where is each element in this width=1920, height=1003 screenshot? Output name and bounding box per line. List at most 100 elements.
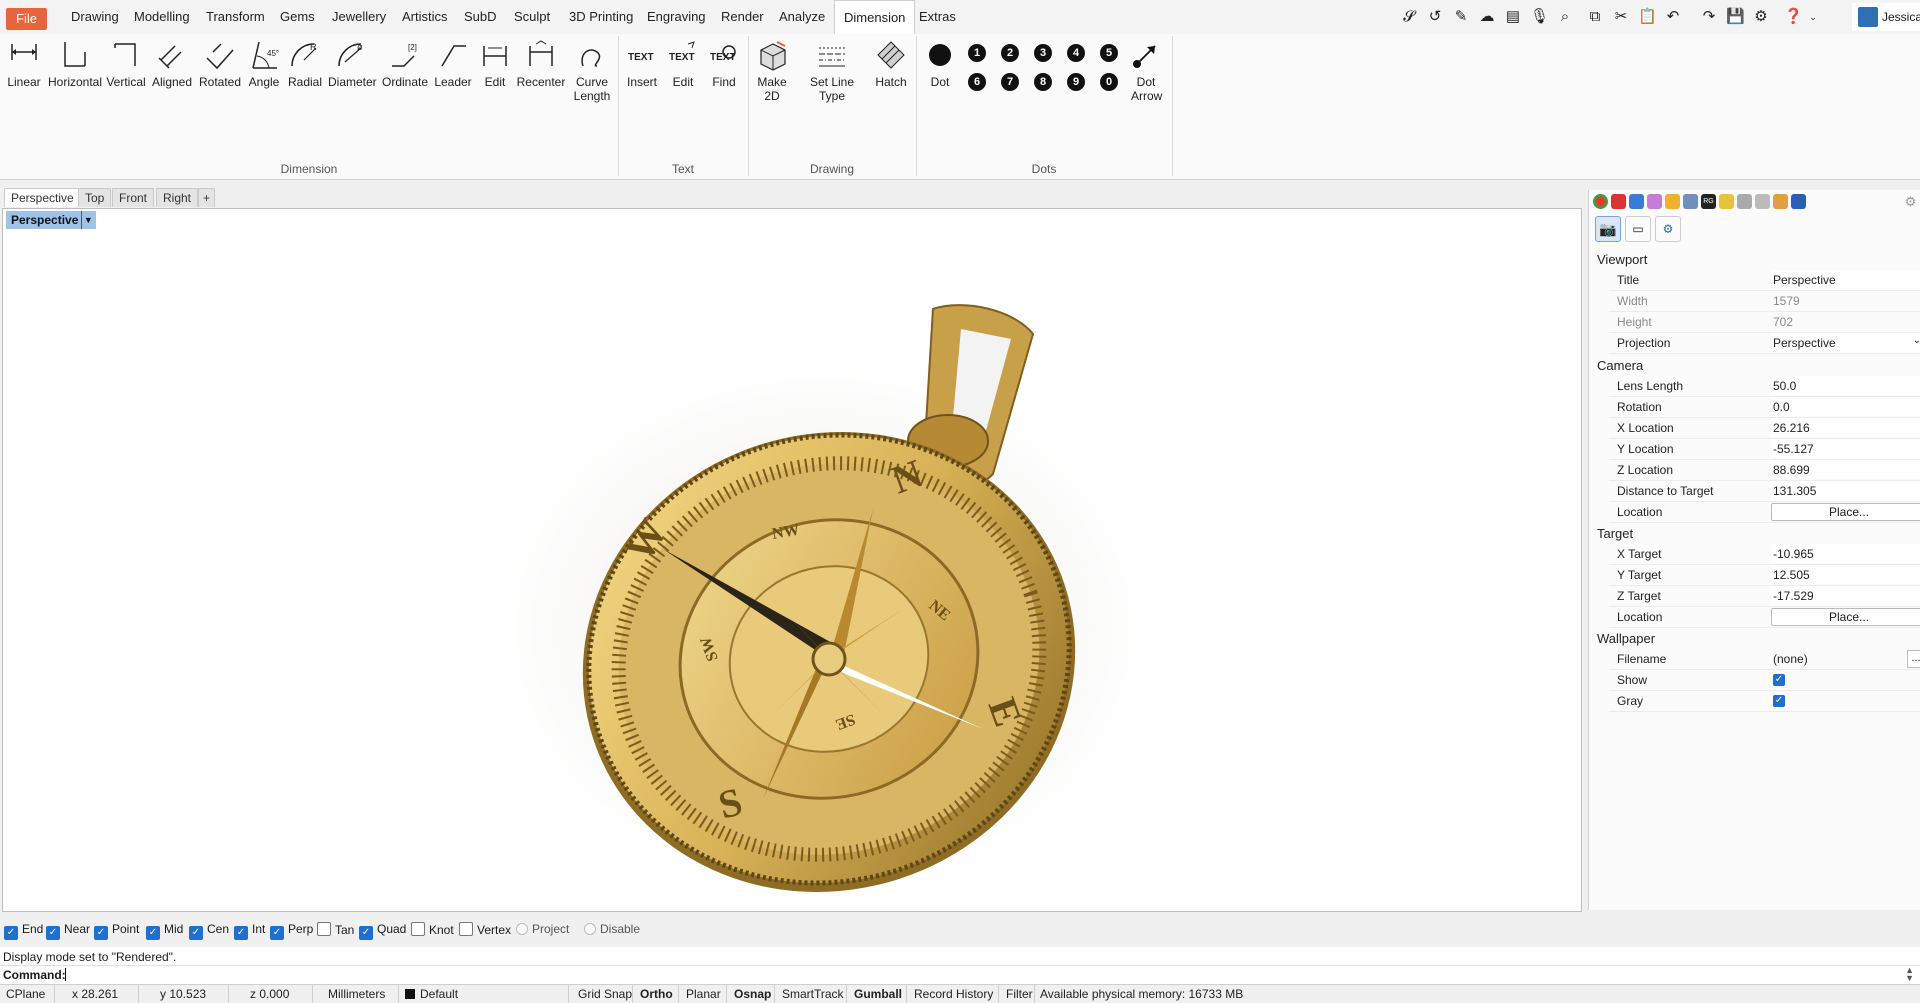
- osnap-project[interactable]: Project: [516, 922, 569, 936]
- tab-sculpt[interactable]: Sculpt: [505, 0, 559, 34]
- tab-modelling[interactable]: Modelling: [125, 0, 199, 34]
- tab-front[interactable]: Front: [112, 188, 155, 207]
- insert-text-button[interactable]: TEXT Insert: [624, 38, 660, 89]
- scroll-arrows-icon[interactable]: ▲ ▼: [1905, 966, 1914, 983]
- help-panel-icon[interactable]: [1737, 194, 1752, 209]
- quad-checkbox[interactable]: [359, 926, 373, 940]
- osnap-disable[interactable]: Disable: [584, 922, 640, 936]
- filter-toggle[interactable]: Filter: [1006, 987, 1033, 1001]
- camera-icon[interactable]: 📷: [1595, 216, 1621, 242]
- osnap-toggle[interactable]: Osnap: [734, 987, 771, 1001]
- grid-snap-toggle[interactable]: Grid Snap: [578, 987, 632, 1001]
- projection-select[interactable]: Perspective ⌄: [1771, 333, 1920, 352]
- curve-icon[interactable]: ↺: [1426, 8, 1444, 26]
- lights-icon[interactable]: [1719, 194, 1734, 209]
- layers-icon[interactable]: [1683, 194, 1698, 209]
- perp-checkbox[interactable]: [270, 926, 284, 940]
- tab-file[interactable]: File: [6, 8, 47, 30]
- units-label[interactable]: Millimeters: [328, 987, 385, 1001]
- gear-cut-icon[interactable]: ✎: [1452, 8, 1470, 26]
- aligned-button[interactable]: Aligned: [150, 38, 194, 89]
- layer-label[interactable]: Default: [420, 987, 458, 1001]
- settings-icon[interactable]: ⚙: [1752, 8, 1770, 26]
- dot-9-button[interactable]: 9: [1067, 73, 1085, 91]
- camera-place-button[interactable]: Place...: [1771, 503, 1920, 521]
- rotation-field[interactable]: 0.0: [1771, 397, 1920, 416]
- tab-transform[interactable]: Transform: [197, 0, 274, 34]
- rg-icon[interactable]: RG: [1701, 194, 1716, 209]
- dot-3-button[interactable]: 3: [1034, 44, 1052, 62]
- edit-dimension-button[interactable]: Edit: [478, 38, 512, 89]
- dot-8-button[interactable]: 8: [1034, 73, 1052, 91]
- osnap-perp[interactable]: Perp: [270, 922, 313, 940]
- tab-top[interactable]: Top: [78, 188, 112, 207]
- browse-file-button[interactable]: ...: [1907, 650, 1920, 668]
- find-text-button[interactable]: TEXT Find: [706, 38, 742, 89]
- osnap-vertex[interactable]: Vertex: [459, 922, 511, 937]
- tab-dimension[interactable]: Dimension: [834, 0, 916, 36]
- title-field[interactable]: Perspective: [1771, 270, 1920, 289]
- set-line-type-button[interactable]: Set Line Type: [796, 38, 868, 103]
- tab-right[interactable]: Right: [156, 188, 199, 207]
- tab-jewellery[interactable]: Jewellery: [323, 0, 395, 34]
- save-icon[interactable]: 💾: [1726, 8, 1745, 26]
- planar-toggle[interactable]: Planar: [686, 987, 721, 1001]
- redo-icon[interactable]: ↷: [1700, 8, 1718, 26]
- tab-engraving[interactable]: Engraving: [638, 0, 715, 34]
- record-history-toggle[interactable]: Record History: [914, 987, 993, 1001]
- project-radio[interactable]: [516, 923, 528, 935]
- tab-analyze[interactable]: Analyze: [770, 0, 834, 34]
- dot-5-button[interactable]: 5: [1100, 44, 1118, 62]
- tab-render[interactable]: Render: [712, 0, 773, 34]
- hatch-button[interactable]: Hatch: [872, 38, 910, 89]
- y-target-field[interactable]: 12.505: [1771, 565, 1920, 584]
- target-place-button[interactable]: Place...: [1771, 608, 1920, 626]
- disable-radio[interactable]: [584, 923, 596, 935]
- z-target-field[interactable]: -17.529: [1771, 586, 1920, 605]
- tan-checkbox[interactable]: [317, 922, 331, 936]
- tab-extras[interactable]: Extras: [910, 0, 965, 34]
- knot-checkbox[interactable]: [411, 922, 425, 936]
- gumball-toggle[interactable]: Gumball: [854, 987, 902, 1001]
- tab-gems[interactable]: Gems: [271, 0, 324, 34]
- ortho-toggle[interactable]: Ortho: [640, 987, 673, 1001]
- smarttrack-toggle[interactable]: SmartTrack: [782, 987, 844, 1001]
- diameter-button[interactable]: ø Diameter: [328, 38, 377, 89]
- library-icon[interactable]: [1755, 194, 1770, 209]
- make-2d-button[interactable]: Make 2D: [754, 38, 790, 103]
- osnap-cen[interactable]: Cen: [189, 922, 229, 940]
- osnap-near[interactable]: Near: [46, 922, 90, 940]
- object-properties-icon[interactable]: ⚙: [1655, 216, 1681, 242]
- horizontal-button[interactable]: Horizontal: [48, 38, 102, 89]
- dot-arrow-button[interactable]: Dot Arrow: [1128, 38, 1164, 103]
- user-account[interactable]: Jessica: [1852, 3, 1920, 31]
- cloud-icon[interactable]: ☁: [1478, 8, 1496, 26]
- leader-button[interactable]: Leader: [432, 38, 474, 89]
- environment-icon[interactable]: [1629, 194, 1644, 209]
- tab-subd[interactable]: SubD: [455, 0, 506, 34]
- texture-icon[interactable]: [1647, 194, 1662, 209]
- osnap-int[interactable]: Int: [234, 922, 265, 940]
- angle-button[interactable]: 45° Angle: [246, 38, 282, 89]
- tab-3d-printing[interactable]: 3D Printing: [560, 0, 642, 34]
- radial-button[interactable]: R Radial: [286, 38, 324, 89]
- z-location-field[interactable]: 88.699: [1771, 460, 1920, 479]
- rotated-button[interactable]: Rotated: [198, 38, 242, 89]
- paste-icon[interactable]: 📋: [1638, 8, 1657, 26]
- y-location-field[interactable]: -55.127: [1771, 439, 1920, 458]
- snake-icon[interactable]: 𝓢: [1400, 8, 1418, 26]
- end-checkbox[interactable]: [4, 926, 18, 940]
- dot-4-button[interactable]: 4: [1067, 44, 1085, 62]
- dot-7-button[interactable]: 7: [1001, 73, 1019, 91]
- display-icon[interactable]: ▭: [1625, 216, 1651, 242]
- osnap-tan[interactable]: Tan: [317, 922, 354, 937]
- near-checkbox[interactable]: [46, 926, 60, 940]
- materials-icon[interactable]: [1611, 194, 1626, 209]
- tab-perspective[interactable]: Perspective: [4, 188, 81, 207]
- folder-icon[interactable]: [1665, 194, 1680, 209]
- cen-checkbox[interactable]: [189, 926, 203, 940]
- cut-icon[interactable]: ✂: [1612, 8, 1630, 26]
- cplane-label[interactable]: CPlane: [6, 987, 45, 1001]
- undo-icon[interactable]: ↶: [1664, 8, 1682, 26]
- gear-icon[interactable]: ⚙: [1903, 194, 1918, 209]
